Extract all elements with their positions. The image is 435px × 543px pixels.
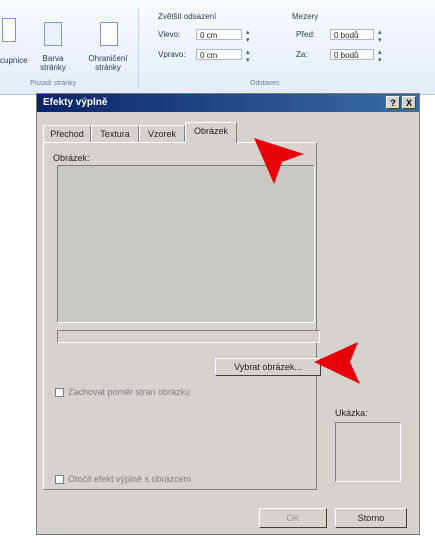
indent-right-label: Vpravo: <box>158 50 186 59</box>
spacing-before-field[interactable]: 0 bodů <box>330 29 374 40</box>
ok-label: OK <box>286 513 300 523</box>
ok-button[interactable]: OK <box>259 508 327 528</box>
indent-right-spinner[interactable]: ▴ ▾ <box>246 48 250 64</box>
spacing-after-field[interactable]: 0 bodů <box>330 49 374 60</box>
page-borders-icon <box>100 22 118 46</box>
tab-vzorek[interactable]: Vzorek <box>139 125 185 142</box>
ribbon-separator <box>138 8 139 88</box>
rotate-with-shape-label: Otočit efekt výplně s obrazcem <box>68 474 192 484</box>
ribbon: cupnice Barva stránky Ohraničení stránky… <box>0 0 435 95</box>
lock-aspect-label: Zachovat poměr stran obrázku <box>68 387 191 397</box>
spacing-before-label: Před: <box>296 30 316 39</box>
arrow-to-tab-icon <box>254 138 304 184</box>
page-borders-button[interactable]: Ohraničení stránky <box>86 12 130 72</box>
picture-label: Obrázek: <box>53 153 90 163</box>
spacing-after-spinner[interactable]: ▴ ▾ <box>378 48 382 64</box>
ribbon-group-footer-left: Pozadí stránky <box>30 80 77 87</box>
sample-preview <box>335 422 401 482</box>
help-button[interactable]: ? <box>386 96 400 109</box>
indent-right-field[interactable]: 0 cm <box>196 49 242 60</box>
spacing-group-title: Mezery <box>292 12 319 21</box>
arrow-to-button-icon <box>314 342 360 384</box>
page-color-label: Barva stránky <box>40 54 66 72</box>
close-button[interactable]: X <box>402 96 416 109</box>
page-icon <box>2 18 16 42</box>
tab-prechod[interactable]: Přechod <box>43 125 91 142</box>
ribbon-left-partial[interactable]: cupnice <box>0 56 28 65</box>
indent-left-spinner[interactable]: ▴ ▾ <box>246 28 250 44</box>
tab-obrazek[interactable]: Obrázek <box>185 122 237 143</box>
sample-label: Ukázka: <box>335 408 368 418</box>
indent-left-field[interactable]: 0 cm <box>196 29 242 40</box>
dialog-titlebar[interactable]: Efekty výplně ? X <box>37 94 419 112</box>
spacing-after-label: Za: <box>296 50 308 59</box>
rotate-with-shape-checkbox[interactable] <box>55 475 64 484</box>
picture-filename-bar <box>57 330 320 343</box>
dialog-title: Efekty výplně <box>43 97 108 108</box>
indent-group-title: Zvětšit odsazení <box>158 12 217 21</box>
cancel-label: Storno <box>357 513 385 523</box>
page-borders-label: Ohraničení stránky <box>88 54 128 72</box>
select-picture-label: Vybrat obrázek... <box>234 362 302 372</box>
ribbon-left-partial-label: cupnice <box>0 56 28 65</box>
indent-left-label: Vlevo: <box>158 30 181 39</box>
spacing-before-spinner[interactable]: ▴ ▾ <box>378 28 382 44</box>
lock-aspect-checkbox[interactable] <box>55 388 64 397</box>
ribbon-group-footer-right: Odstavec <box>250 80 280 87</box>
picture-preview <box>57 165 315 323</box>
page-color-icon <box>44 22 62 46</box>
fill-effects-dialog: Efekty výplně ? X Přechod Textura Vzorek… <box>36 93 420 535</box>
cancel-button[interactable]: Storno <box>335 508 407 528</box>
page-color-button[interactable]: Barva stránky <box>36 12 70 72</box>
tab-textura[interactable]: Textura <box>91 125 139 142</box>
select-picture-button[interactable]: Vybrat obrázek... <box>215 358 321 376</box>
